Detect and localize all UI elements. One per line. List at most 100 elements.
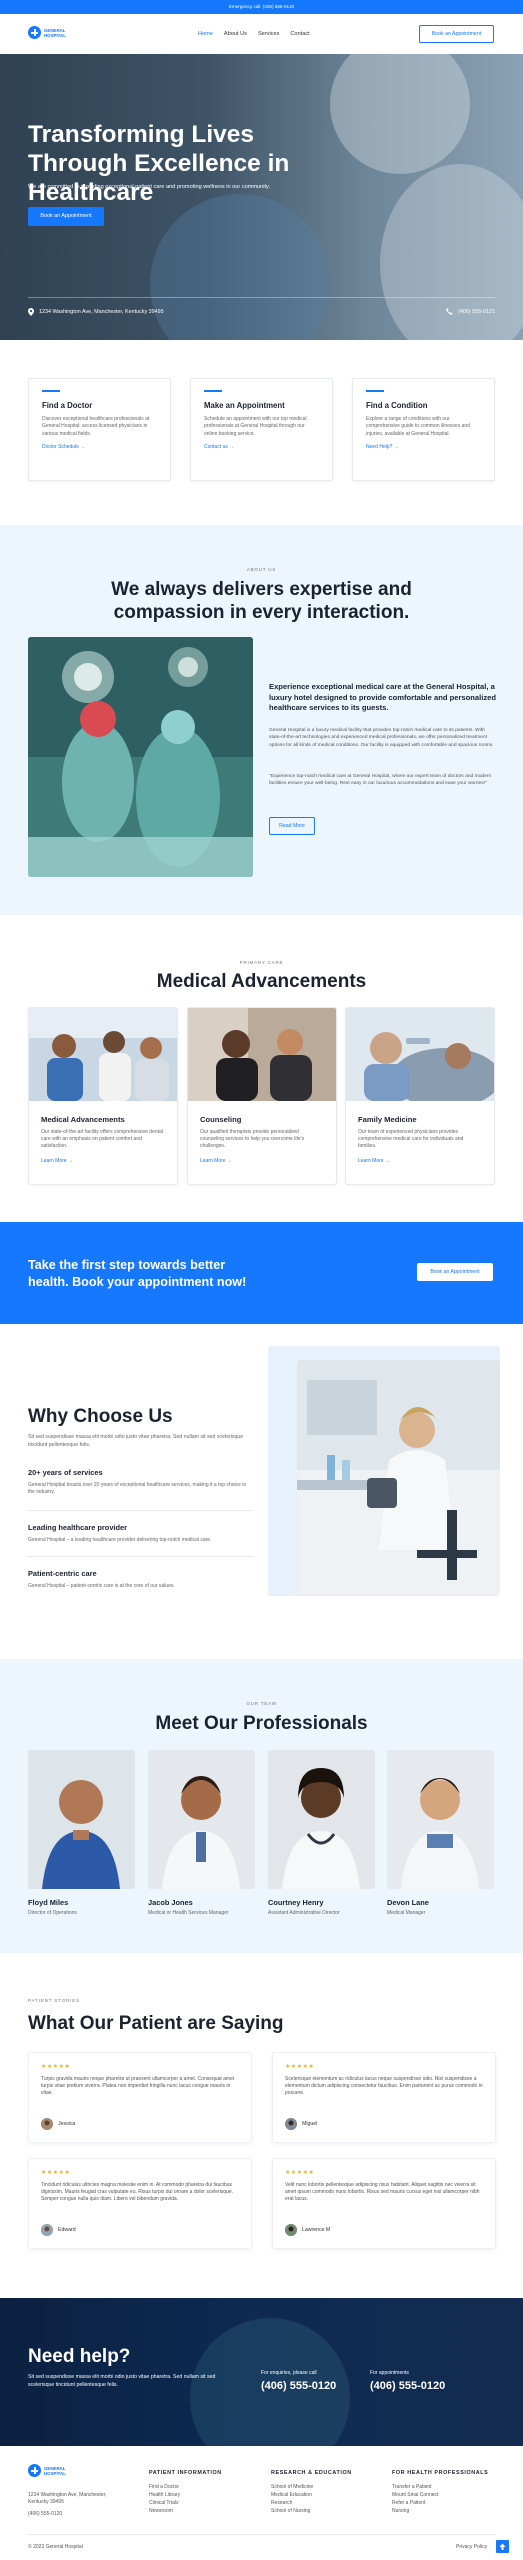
member-role: Medical or Health Services Manager	[148, 1910, 229, 1916]
footer-address: 1234 Washington Ave, Manchester, Kentuck…	[28, 2492, 107, 2506]
footer-link[interactable]: Transfer a Patient	[392, 2483, 488, 2491]
footer-link[interactable]: Newsroom	[149, 2507, 222, 2515]
service-title: Find a Doctor	[42, 401, 93, 410]
service-card: Find a Doctor Discover exceptional healt…	[28, 378, 171, 481]
phone-text[interactable]: (406) 555-0121	[458, 309, 495, 315]
accent-bar	[42, 390, 60, 392]
learn-more-label: Learn More	[358, 1157, 384, 1164]
service-desc: Schedule an appointment with our top med…	[204, 416, 307, 437]
service-link[interactable]: Need Help? →	[366, 444, 481, 450]
card-desc: Our qualified therapists provide persona…	[200, 1129, 305, 1150]
team-member-card[interactable]: Courtney Henry Assistant Administrative …	[268, 1750, 375, 1916]
arrow-right-icon: →	[393, 443, 399, 450]
arrow-right-icon: →	[229, 443, 235, 450]
enquiries-phone[interactable]: (406) 555-0120	[261, 2380, 336, 2392]
footer: GENERAL HOSPITAL 1234 Washington Ave, Ma…	[0, 2446, 523, 2560]
emergency-bar: Emergency call: (406) 555-0120	[0, 0, 523, 14]
cta-book-appointment-button[interactable]: Book an Appointment	[417, 1263, 493, 1281]
hero-title: Transforming Lives Through Excellence in…	[28, 121, 290, 206]
about-title: We always delivers expertise and compass…	[111, 579, 412, 623]
card-desc: Our team of experienced physicians provi…	[358, 1129, 464, 1150]
accent-bar	[204, 390, 222, 392]
avatar	[285, 2224, 297, 2236]
testimonial-card: ★★★★★ Scelerisque elementum ac ridiculus…	[272, 2052, 496, 2143]
footer-column-heading: RESEARCH & EDUCATION	[271, 2470, 352, 2476]
testimonial-quote: Scelerisque elementum ac ridiculus lacus…	[285, 2076, 483, 2097]
footer-link[interactable]: School of Nursing	[271, 2507, 352, 2515]
service-title: Find a Condition	[366, 401, 428, 410]
footer-link[interactable]: Refer a Patient	[392, 2499, 488, 2507]
appointments-phone[interactable]: (406) 555-0120	[370, 2380, 445, 2392]
footer-link[interactable]: School of Medicine	[271, 2483, 352, 2491]
team-member-card[interactable]: Jacob Jones Medical or Health Services M…	[148, 1750, 255, 1916]
avatar	[41, 2224, 53, 2236]
nav-link-about[interactable]: About Us	[224, 31, 247, 37]
card-title: Medical Advancements	[41, 1115, 125, 1124]
footer-link[interactable]: Mount Sinai Connect	[392, 2491, 488, 2499]
why-item-title: Leading healthcare provider	[28, 1523, 127, 1532]
why-subtitle: Sit sed suspendisse massa elit morbi odi…	[28, 1434, 244, 1448]
learn-more-link[interactable]: Learn More →	[200, 1158, 324, 1164]
privacy-policy-link[interactable]: Privacy Policy	[456, 2544, 487, 2550]
footer-link[interactable]: Research	[271, 2499, 352, 2507]
team-member-card[interactable]: Devon Lane Medical Manager	[387, 1750, 494, 1916]
help-title: Need help?	[28, 2346, 131, 2367]
logo[interactable]: GENERAL HOSPITAL	[28, 26, 66, 39]
nav-link-home[interactable]: Home	[198, 31, 213, 37]
star-rating-icon: ★★★★★	[285, 2064, 315, 2070]
avatar	[41, 2118, 53, 2130]
learn-more-link[interactable]: Learn More →	[358, 1158, 482, 1164]
advancement-card: Medical Advancements Our state-of-the-ar…	[28, 1007, 178, 1185]
service-link[interactable]: Doctor Schedule →	[42, 444, 157, 450]
footer-link[interactable]: Medical Education	[271, 2491, 352, 2499]
team-eyebrow: OUR TEAM	[246, 1701, 277, 1706]
footer-link[interactable]: Find a Doctor	[149, 2483, 222, 2491]
testimonials-section: PATIENT STORIES What Our Patient are Say…	[0, 1953, 523, 2298]
service-link[interactable]: Contact us →	[204, 444, 319, 450]
address-text: 1234 Washington Ave, Manchester, Kentuck…	[39, 309, 164, 315]
service-link-label: Need Help?	[366, 443, 393, 450]
testimonial-author: Lawrence M	[302, 2227, 331, 2233]
footer-link[interactable]: Nursing	[392, 2507, 488, 2515]
hero-book-appointment-button[interactable]: Book an Appointment	[28, 207, 104, 226]
service-link-label: Contact us	[204, 443, 228, 450]
footer-column-heading: PATIENT INFORMATION	[149, 2470, 222, 2476]
hero: Transforming Lives Through Excellence in…	[0, 54, 523, 340]
member-name: Jacob Jones	[148, 1898, 193, 1907]
logo-line1: GENERAL	[44, 27, 66, 33]
testimonial-author: Edward	[58, 2227, 76, 2233]
testimonial-quote: Velit nunc lobortis pellentesque adipisc…	[285, 2182, 480, 2203]
why-item-desc: General Hospital – patient-centric care …	[28, 1583, 175, 1589]
back-to-top-button[interactable]	[496, 2540, 509, 2553]
help-banner: Need help? Sit sed suspendisse massa eli…	[0, 2298, 523, 2446]
footer-link[interactable]: Health Library	[149, 2491, 222, 2499]
arrow-right-icon: →	[226, 1157, 232, 1164]
footer-column: FOR HEALTH PROFESSIONALS Transfer a Pati…	[392, 2470, 488, 2515]
team-section: OUR TEAM Meet Our Professionals Floyd Mi…	[0, 1659, 523, 1953]
about-eyebrow: ABOUT US	[246, 567, 277, 572]
about-section: ABOUT US We always delivers expertise an…	[0, 525, 523, 915]
nav-links: Home About Us Services Contact	[198, 31, 310, 37]
footer-logo[interactable]: GENERAL HOSPITAL	[28, 2464, 66, 2477]
team-member-card[interactable]: Floyd Miles Director of Operations	[28, 1750, 135, 1916]
service-desc: Explore a range of conditions with our c…	[366, 416, 470, 437]
avatar	[387, 1750, 494, 1889]
footer-phone[interactable]: (406) 555-0120	[28, 2511, 123, 2518]
testimonials-title: What Our Patient are Saying	[28, 2013, 284, 2034]
copyright: © 2023 General Hospital	[28, 2544, 83, 2550]
testimonial-card: ★★★★★ Velit nunc lobortis pellentesque a…	[272, 2158, 496, 2249]
star-rating-icon: ★★★★★	[285, 2170, 315, 2176]
nav-link-services[interactable]: Services	[258, 31, 279, 37]
testimonial-card: ★★★★★ Tincidunt ridiculus ultricies magn…	[28, 2158, 252, 2249]
read-more-button[interactable]: Read More	[269, 817, 315, 835]
arrow-right-icon: →	[67, 1157, 73, 1164]
nav-book-appointment-button[interactable]: Book an Appointment	[419, 25, 494, 43]
why-section: Why Choose Us Sit sed suspendisse massa …	[0, 1324, 523, 1659]
card-image	[188, 1008, 336, 1101]
learn-more-link[interactable]: Learn More →	[41, 1158, 165, 1164]
nav-link-contact[interactable]: Contact	[290, 31, 309, 37]
surgery-image	[28, 637, 253, 877]
footer-link[interactable]: Clinical Trials	[149, 2499, 222, 2507]
footer-column: PATIENT INFORMATION Find a Doctor Health…	[149, 2470, 222, 2515]
why-item-title: 20+ years of services	[28, 1468, 103, 1477]
